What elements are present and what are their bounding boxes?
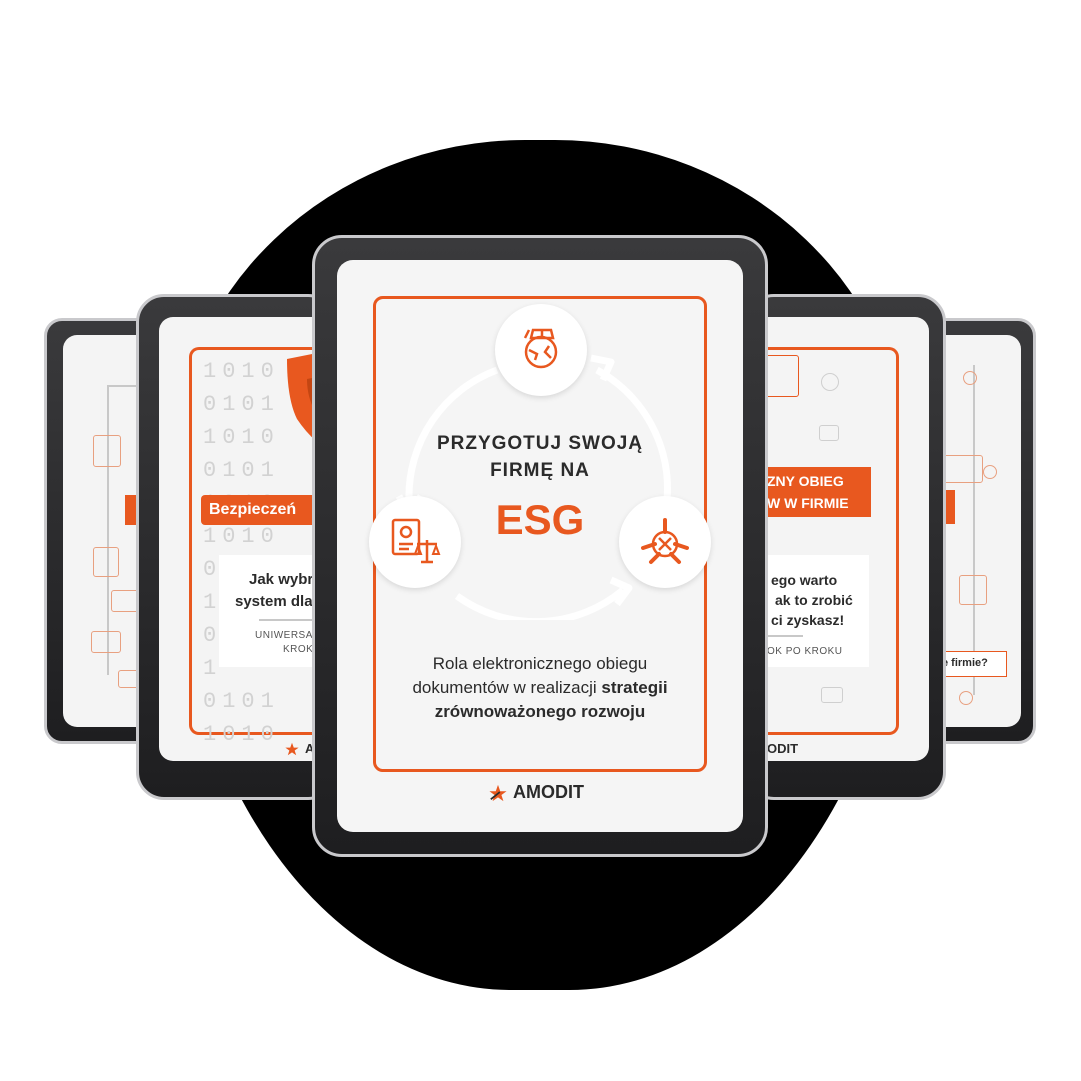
esg-headline: ESG — [495, 496, 585, 543]
center-screen: PRZYGOTUJ SWOJĄ FIRMĘ NA ESG Rola elektr… — [337, 260, 743, 832]
globe-solar-icon — [523, 328, 558, 369]
left-heading-2: system dla — [235, 593, 313, 610]
center-brand-text: AMODIT — [513, 782, 584, 802]
right-banner-line1: ZNY OBIEG — [767, 473, 844, 489]
right-text-3: ci zyskasz! — [771, 612, 845, 628]
right-text-1: ego warto — [771, 572, 838, 588]
amodit-star-icon — [489, 784, 507, 801]
right-tablet: ZNY OBIEG W W FIRMIE ego warto ak to zro… — [746, 294, 946, 800]
left-heading-1: Jak wybra — [249, 571, 322, 588]
right-sub: OK PO KROKU — [767, 646, 843, 657]
left-banner-text: Bezpieczeń — [209, 501, 297, 518]
center-tablet: PRZYGOTUJ SWOJĄ FIRMĘ NA ESG Rola elektr… — [312, 235, 768, 857]
amodit-star-icon — [285, 742, 299, 755]
laptop-icon — [763, 355, 799, 397]
binary-background: 1010 0101 1010 0101 1010 1010 0 1 0 1 01… — [203, 359, 280, 747]
right-frame — [749, 347, 899, 735]
right-text-2: ak to zrobić — [775, 592, 853, 608]
desc-line2: dokumentów w realizacji — [412, 678, 602, 697]
right-screen: ZNY OBIEG W W FIRMIE ego warto ak to zro… — [749, 317, 929, 761]
right-banner-line2: W W FIRMIE — [767, 495, 849, 511]
center-title-line2: FIRMĘ NA — [490, 460, 590, 481]
globe-sustainability-circle — [495, 304, 587, 396]
document-icon — [93, 547, 119, 577]
desc-line2-bold: strategii — [601, 678, 668, 697]
desc-line1: Rola elektronicznego obiegu — [432, 654, 648, 673]
center-brand: AMODIT — [489, 782, 584, 803]
globe-icon — [821, 373, 839, 391]
clipboard-icon — [93, 435, 121, 467]
center-description: Rola elektronicznego obiegu dokumentów w… — [375, 652, 705, 724]
right-brand-text: ODIT — [767, 741, 799, 756]
document-icon — [959, 575, 987, 605]
left-tablet: 1010 0101 1010 0101 1010 1010 0 1 0 1 01… — [136, 294, 339, 800]
desc-line3-bold: zrównoważonego rozwoju — [434, 702, 646, 721]
center-title-line1: PRZYGOTUJ SWOJĄ — [436, 433, 644, 454]
far-right-question: e firmie? — [942, 657, 988, 669]
check-icon — [959, 691, 973, 705]
right-brand: ODIT — [767, 741, 798, 756]
